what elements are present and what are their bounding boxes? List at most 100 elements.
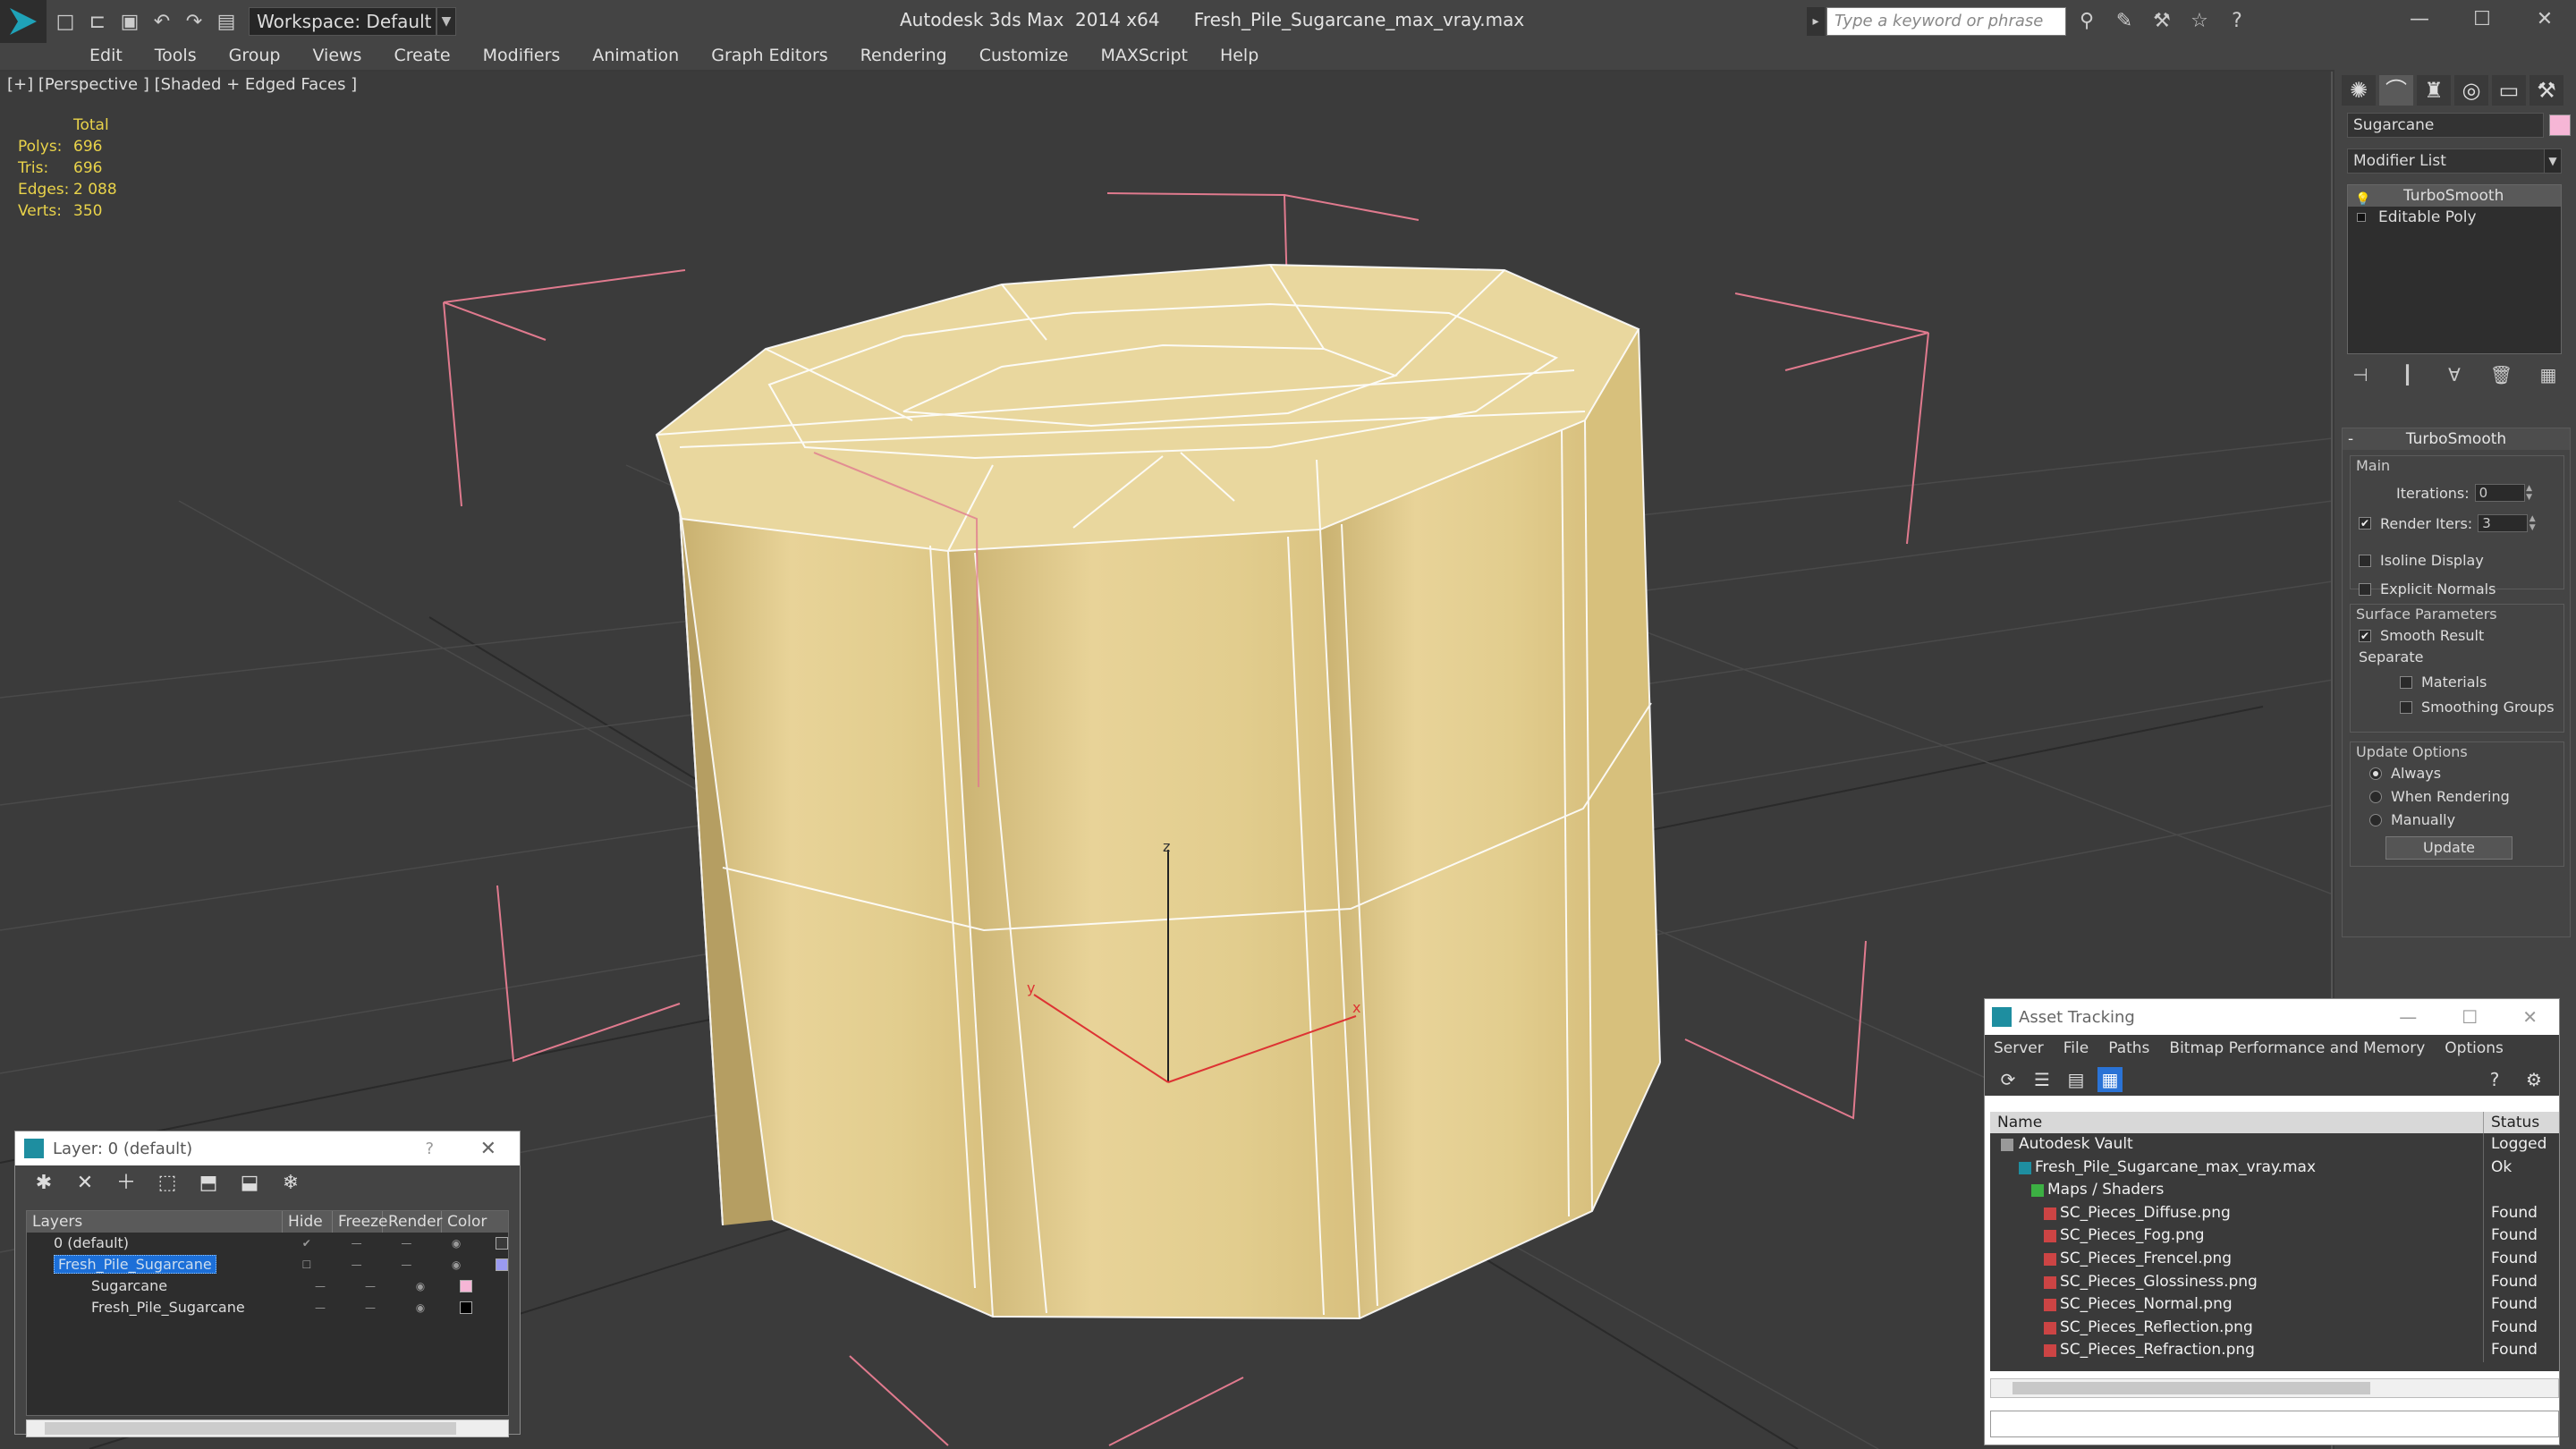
column-status[interactable]: Status (2484, 1112, 2539, 1133)
layer-dialog-titlebar[interactable]: Layer: 0 (default) ? ✕ (15, 1131, 520, 1165)
help-icon[interactable]: ? (2482, 1067, 2507, 1092)
add-to-layer-icon[interactable]: ＋ (114, 1171, 139, 1196)
chevron-down-icon[interactable]: ▼ (436, 7, 456, 36)
menu-graph-editors[interactable]: Graph Editors (695, 43, 843, 70)
asset-row[interactable]: SC_Pieces_Glossiness.png Found (1990, 1270, 2559, 1294)
motion-tab-icon[interactable]: ◎ (2454, 75, 2488, 106)
layer-object-row[interactable]: Sugarcane — — ◉ (27, 1275, 508, 1297)
column-render[interactable]: Render (383, 1211, 443, 1233)
menu-customize[interactable]: Customize (963, 43, 1085, 70)
smoothing-groups-checkbox[interactable]: Smoothing Groups (2400, 699, 2555, 716)
modify-tab-icon[interactable]: ⌒ (2379, 75, 2413, 106)
new-file-icon[interactable]: □ (52, 8, 79, 35)
asset-row[interactable]: Fresh_Pile_Sugarcane_max_vray.max Ok (1990, 1156, 2559, 1180)
menu-modifiers[interactable]: Modifiers (467, 43, 577, 70)
minimize-icon[interactable]: — (2399, 1006, 2417, 1028)
display-tab-icon[interactable]: ▭ (2492, 75, 2526, 106)
viewport-label[interactable]: [+] [Perspective ] [Shaded + Edged Faces… (7, 75, 357, 94)
menu-tools[interactable]: Tools (139, 43, 213, 70)
delete-layer-icon[interactable]: ✕ (72, 1171, 97, 1196)
object-name-field[interactable]: Sugarcane (2347, 113, 2544, 138)
asset-row[interactable]: SC_Pieces_Frencel.png Found (1990, 1247, 2559, 1271)
smooth-result-checkbox[interactable]: ✔ Smooth Result (2359, 627, 2484, 644)
highlight-selected-icon[interactable]: ⬒ (196, 1171, 221, 1196)
show-end-result-icon[interactable]: ┃ (2394, 361, 2421, 388)
horizontal-scrollbar[interactable] (26, 1419, 509, 1437)
iterations-spinner[interactable]: 0 (2474, 484, 2525, 502)
rollout-header[interactable]: - TurboSmooth (2343, 428, 2570, 450)
sugarcane-mesh[interactable] (655, 263, 1661, 1320)
menu-views[interactable]: Views (296, 43, 377, 70)
render-iters-field[interactable]: ✔ Render Iters: 3 ▲ ▼ (2359, 514, 2537, 532)
render-iters-spinner[interactable]: 3 (2478, 514, 2529, 532)
menu-group[interactable]: Group (213, 43, 297, 70)
expand-box-icon[interactable] (2357, 213, 2366, 222)
detail-view-icon[interactable]: ▤ (2063, 1067, 2089, 1092)
spinner-arrows-icon[interactable]: ▲ ▼ (2528, 514, 2537, 532)
column-hide[interactable]: Hide (283, 1211, 333, 1233)
materials-checkbox[interactable]: Materials (2400, 674, 2487, 691)
asset-row[interactable]: SC_Pieces_Refraction.png Found (1990, 1339, 2559, 1362)
refresh-icon[interactable]: ⟳ (1996, 1067, 2021, 1092)
asset-row[interactable]: SC_Pieces_Diffuse.png Found (1990, 1201, 2559, 1225)
asset-row[interactable]: Maps / Shaders (1990, 1179, 2559, 1202)
create-tab-icon[interactable]: ✺ (2342, 75, 2376, 106)
settings-icon[interactable]: ⚙ (2521, 1067, 2546, 1092)
column-color[interactable]: Color (442, 1211, 508, 1233)
asset-tracking-titlebar[interactable]: Asset Tracking — ☐ ✕ (1985, 999, 2559, 1035)
isoline-display-checkbox[interactable]: Isoline Display (2359, 552, 2484, 569)
save-icon[interactable]: ▣ (116, 8, 143, 35)
binoculars-icon[interactable]: ⚲ (2073, 7, 2100, 36)
asset-row[interactable]: SC_Pieces_Fog.png Found (1990, 1224, 2559, 1248)
search-expand-icon[interactable]: ▸ (1807, 7, 1825, 36)
configure-sets-icon[interactable]: ▦ (2535, 361, 2562, 388)
menu-maxscript[interactable]: MAXScript (1084, 43, 1204, 70)
hierarchy-tab-icon[interactable]: ♜ (2417, 75, 2451, 106)
spinner-arrows-icon[interactable]: ▲ ▼ (2525, 484, 2534, 502)
remove-modifier-icon[interactable]: 🗑 (2488, 361, 2515, 388)
create-layer-icon[interactable]: ✱ (31, 1171, 56, 1196)
pin-stack-icon[interactable]: ⊣ (2347, 361, 2374, 388)
layer-color-swatch[interactable] (496, 1237, 508, 1250)
redo-icon[interactable]: ↷ (181, 8, 208, 35)
exchange-icon[interactable]: ⚒ (2148, 7, 2175, 36)
manually-radio[interactable]: Manually (2369, 811, 2455, 828)
asset-row[interactable]: SC_Pieces_Reflection.png Found (1990, 1316, 2559, 1340)
select-objects-icon[interactable]: ⬚ (155, 1171, 180, 1196)
app-logo-icon[interactable] (0, 0, 47, 43)
asset-menu-options[interactable]: Options (2445, 1035, 2523, 1062)
asset-menu-server[interactable]: Server (1994, 1035, 2063, 1062)
utilities-tab-icon[interactable]: ⚒ (2529, 75, 2563, 106)
explicit-normals-checkbox[interactable]: Explicit Normals (2359, 580, 2496, 597)
undo-icon[interactable]: ↶ (148, 8, 175, 35)
always-radio[interactable]: Always (2369, 765, 2441, 782)
menu-help[interactable]: Help (1204, 43, 1275, 70)
render-iters-checkbox[interactable]: ✔ (2359, 517, 2371, 530)
maximize-icon[interactable]: ☐ (2462, 1006, 2478, 1028)
close-icon[interactable]: ✕ (2522, 1006, 2538, 1028)
object-color-swatch[interactable] (2549, 114, 2571, 136)
freeze-all-icon[interactable]: ❄ (278, 1171, 303, 1196)
update-button[interactable]: Update (2385, 836, 2512, 860)
minimize-icon[interactable]: — (2388, 0, 2451, 39)
search-input[interactable]: Type a keyword or phrase (1826, 7, 2066, 36)
layer-object-row[interactable]: Fresh_Pile_Sugarcane — — ◉ (27, 1297, 508, 1318)
iterations-field[interactable]: Iterations: 0 ▲ ▼ (2396, 484, 2534, 502)
stack-item-turbosmooth[interactable]: 💡 TurboSmooth (2348, 185, 2561, 207)
layer-color-swatch[interactable] (496, 1258, 508, 1271)
column-layers[interactable]: Layers (27, 1211, 283, 1233)
communication-center-icon[interactable]: ✎ (2111, 7, 2138, 36)
modifier-list-dropdown[interactable]: Modifier List (2347, 148, 2562, 174)
make-unique-icon[interactable]: ∀ (2441, 361, 2468, 388)
project-folder-icon[interactable]: ▤ (213, 8, 240, 35)
asset-row[interactable]: Autodesk Vault Logged (1990, 1133, 2559, 1157)
menu-edit[interactable]: Edit (73, 43, 139, 70)
chevron-down-icon[interactable]: ▼ (2544, 148, 2562, 174)
horizontal-scrollbar[interactable] (1990, 1378, 2559, 1398)
column-name[interactable]: Name (1990, 1112, 2484, 1133)
layer-color-swatch[interactable] (460, 1301, 472, 1314)
table-view-icon[interactable]: ▦ (2097, 1067, 2123, 1092)
asset-menu-paths[interactable]: Paths (2108, 1035, 2169, 1062)
layer-row[interactable]: 0 (default) ✔ — — ◉ (27, 1233, 508, 1254)
close-icon[interactable]: ✕ (480, 1138, 496, 1160)
